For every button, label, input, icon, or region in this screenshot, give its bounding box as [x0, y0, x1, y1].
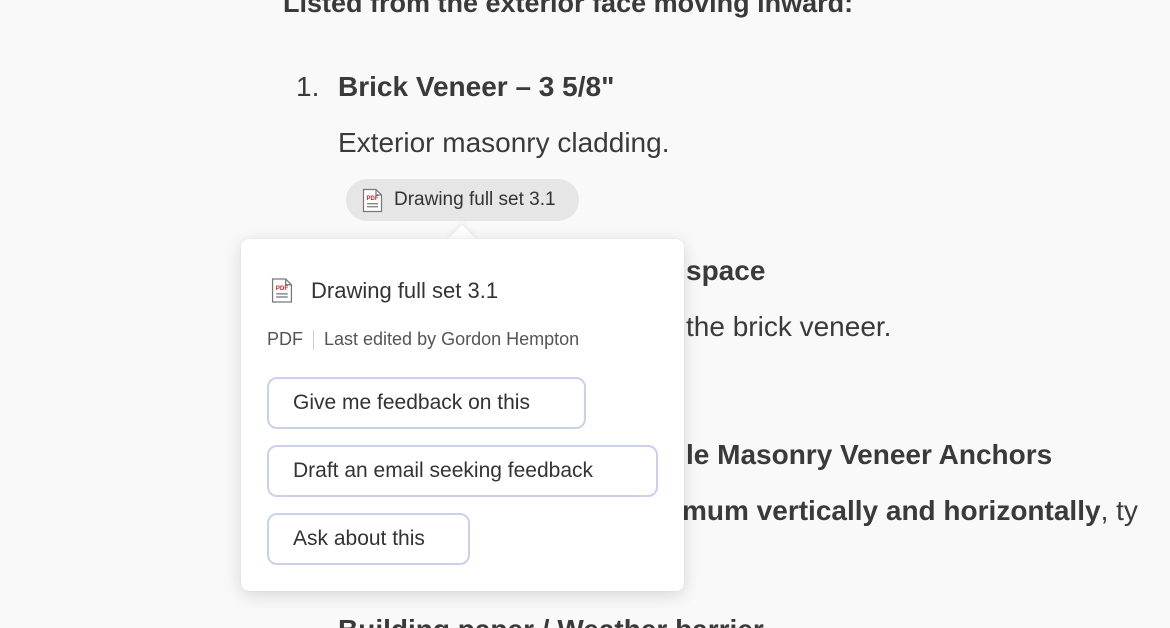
list-number: 1. [296, 71, 320, 102]
popover-header: PDF Drawing full set 3.1 [271, 277, 498, 304]
description-bold-text: mum vertically and horizontally [682, 495, 1101, 526]
list-item-title: Brick Veneer – 3 5/8" [338, 71, 615, 102]
metadata-divider [313, 329, 314, 350]
svg-text:PDF: PDF [276, 285, 289, 292]
popover-title: Drawing full set 3.1 [311, 277, 499, 303]
pdf-file-icon: PDF [271, 278, 293, 303]
feedback-button[interactable]: Give me feedback on this [267, 377, 586, 429]
intro-text: Listed from the exterior face moving inw… [283, 0, 854, 18]
pdf-file-icon: PDF [362, 188, 383, 212]
list-item-title: space [686, 255, 766, 286]
description-rest-text: , ty [1100, 495, 1138, 526]
file-type: PDF [267, 329, 303, 349]
file-metadata: PDF Last edited by Gordon Hempton [267, 329, 579, 350]
list-item-title-partial: Building paper / Weather barrier [338, 614, 764, 628]
file-preview-popover: PDF Drawing full set 3.1 PDF Last edited… [241, 239, 684, 591]
document-body: Listed from the exterior face moving inw… [0, 0, 1170, 628]
list-item-description: Exterior masonry cladding. [338, 127, 670, 158]
attachment-chip[interactable]: PDF Drawing full set 3.1 [346, 179, 579, 221]
svg-text:PDF: PDF [367, 196, 379, 202]
list-item-description: the brick veneer. [686, 311, 892, 342]
list-item-description: mum vertically and horizontally, ty [682, 495, 1138, 527]
last-edited-text: Last edited by Gordon Hempton [324, 329, 580, 349]
draft-email-button[interactable]: Draft an email seeking feedback [267, 445, 658, 497]
ask-about-button[interactable]: Ask about this [267, 513, 470, 565]
list-item-title: le Masonry Veneer Anchors [686, 439, 1053, 470]
attachment-chip-label: Drawing full set 3.1 [394, 189, 556, 210]
